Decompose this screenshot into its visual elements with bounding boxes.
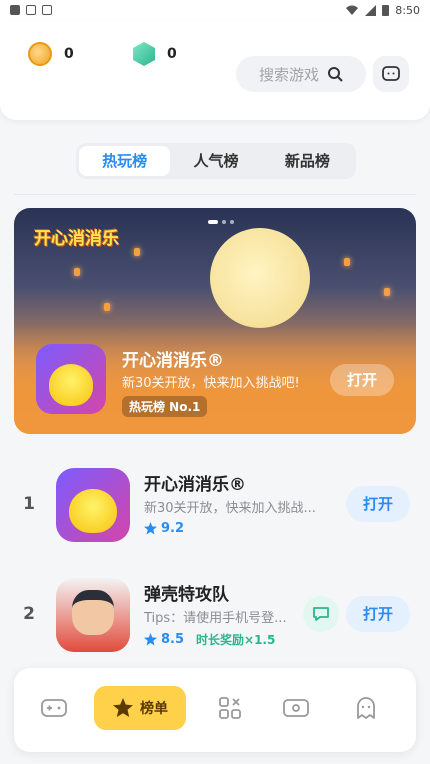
star-icon: [144, 522, 157, 535]
chat-button[interactable]: [303, 596, 339, 632]
apps-grid-icon: [219, 697, 241, 719]
lantern-decoration: [104, 303, 110, 311]
game-score: 8.5 时长奖励×1.5: [144, 631, 275, 648]
wifi-icon: [346, 5, 359, 15]
status-left-icons: [10, 5, 52, 15]
game-desc: 新30关开放，快来加入挑战...: [144, 501, 316, 516]
game-name: 开心消消乐®: [144, 475, 246, 495]
list-item[interactable]: 2 弹壳特攻队 Tips：请使用手机号登... 8.5 时长奖励×1.5 打开: [0, 568, 430, 664]
notification-icon: [10, 5, 20, 15]
ranking-tabs: 热玩榜 人气榜 新品榜: [76, 143, 356, 179]
game-name: 弹壳特攻队: [144, 585, 229, 605]
lantern-decoration: [134, 248, 140, 256]
search-icon: [328, 67, 343, 82]
nav-ticket[interactable]: [276, 686, 316, 730]
rank-number: 1: [23, 494, 35, 514]
featured-banner[interactable]: 开心消消乐 开心消消乐® 新30关开放，快来加入挑战吧! 热玩榜 No.1 打开: [14, 208, 416, 434]
moon-illustration: [210, 228, 310, 328]
banner-logo: 开心消消乐: [34, 229, 119, 249]
coin-icon: [28, 42, 52, 66]
battery-icon: [382, 5, 390, 16]
game-icon[interactable]: [56, 468, 130, 542]
score-value: 9.2: [161, 521, 185, 536]
star-icon: [144, 633, 157, 646]
divider: [14, 194, 416, 195]
coin-balance[interactable]: 0: [28, 42, 74, 66]
banner-title: 开心消消乐®: [122, 351, 224, 371]
lantern-decoration: [74, 268, 80, 276]
signal-icon: [365, 4, 377, 16]
gem-balance[interactable]: 0: [133, 42, 177, 66]
banner-game-icon[interactable]: [36, 344, 106, 414]
open-button[interactable]: 打开: [346, 596, 410, 632]
message-icon: [382, 66, 400, 81]
banner-subtitle: 新30关开放，快来加入挑战吧!: [122, 376, 300, 391]
search-input[interactable]: 搜索游戏: [236, 56, 366, 92]
lantern-decoration: [344, 258, 350, 266]
star-badge-icon: [113, 698, 133, 717]
status-bar: 8:50: [0, 0, 430, 20]
status-right: 8:50: [345, 4, 420, 17]
search-placeholder: 搜索游戏: [258, 65, 319, 84]
banner-open-button[interactable]: 打开: [330, 364, 394, 396]
tab-popular[interactable]: 人气榜: [170, 146, 261, 176]
score-value: 8.5: [161, 632, 185, 647]
nav-profile[interactable]: [346, 686, 386, 730]
game-desc: Tips：请使用手机号登...: [144, 611, 287, 626]
ticket-icon: [283, 699, 309, 717]
ghost-icon: [357, 697, 375, 719]
nav-apps[interactable]: [210, 686, 250, 730]
list-item[interactable]: 1 开心消消乐® 新30关开放，快来加入挑战... 9.2 打开: [0, 458, 430, 554]
lantern-decoration: [384, 288, 390, 296]
tab-new[interactable]: 新品榜: [262, 146, 353, 176]
game-score: 9.2: [144, 521, 184, 536]
gamepad-icon: [41, 699, 67, 717]
bottom-navigation: 榜单: [14, 668, 416, 752]
rank-badge: 热玩榜 No.1: [122, 396, 208, 417]
nav-games[interactable]: [34, 686, 74, 730]
coin-count: 0: [64, 46, 74, 62]
rank-number: 2: [23, 604, 35, 624]
gem-count: 0: [167, 46, 177, 62]
nav-ranking[interactable]: 榜单: [94, 686, 186, 730]
status-time: 8:50: [395, 3, 420, 17]
font-notification-icon: [42, 5, 52, 15]
game-icon[interactable]: [56, 578, 130, 652]
bonus-label: 时长奖励×1.5: [196, 633, 276, 647]
open-button[interactable]: 打开: [346, 486, 410, 522]
tab-hot[interactable]: 热玩榜: [79, 146, 171, 176]
chat-icon: [313, 607, 329, 621]
carousel-dots: [208, 220, 234, 224]
message-button[interactable]: [373, 56, 409, 92]
gem-icon: [133, 42, 155, 66]
nav-ranking-label: 榜单: [140, 701, 168, 717]
app-notification-icon: [26, 5, 36, 15]
